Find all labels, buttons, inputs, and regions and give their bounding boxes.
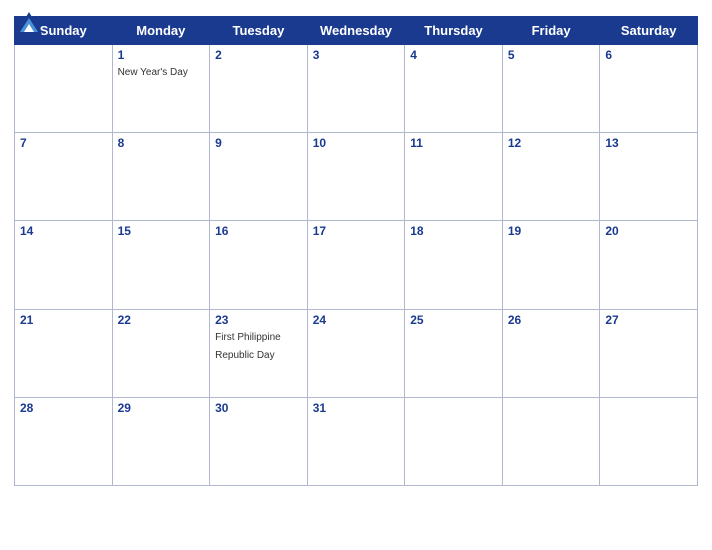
calendar-cell: 14 bbox=[15, 221, 113, 309]
day-number: 8 bbox=[118, 136, 205, 150]
calendar-table: SundayMondayTuesdayWednesdayThursdayFrid… bbox=[14, 16, 698, 486]
day-number: 31 bbox=[313, 401, 400, 415]
day-number: 24 bbox=[313, 313, 400, 327]
day-number: 11 bbox=[410, 136, 497, 150]
calendar-cell: 12 bbox=[502, 133, 600, 221]
day-number: 2 bbox=[215, 48, 302, 62]
calendar-cell: 9 bbox=[210, 133, 308, 221]
day-number: 14 bbox=[20, 224, 107, 238]
day-number: 6 bbox=[605, 48, 692, 62]
calendar-cell: 17 bbox=[307, 221, 405, 309]
calendar-cell: 20 bbox=[600, 221, 698, 309]
day-number: 25 bbox=[410, 313, 497, 327]
day-number: 29 bbox=[118, 401, 205, 415]
calendar-week-row: 28 29 30 31 bbox=[15, 397, 698, 485]
calendar-thead: SundayMondayTuesdayWednesdayThursdayFrid… bbox=[15, 17, 698, 45]
calendar-cell: 29 bbox=[112, 397, 210, 485]
weekday-header-row: SundayMondayTuesdayWednesdayThursdayFrid… bbox=[15, 17, 698, 45]
calendar-tbody: 1New Year's Day2345678910111213141516171… bbox=[15, 45, 698, 486]
calendar-cell: 10 bbox=[307, 133, 405, 221]
day-number: 3 bbox=[313, 48, 400, 62]
day-number: 15 bbox=[118, 224, 205, 238]
weekday-header-monday: Monday bbox=[112, 17, 210, 45]
calendar-cell: 27 bbox=[600, 309, 698, 397]
calendar-cell: 23 First Philippine Republic Day bbox=[210, 309, 308, 397]
logo bbox=[14, 10, 47, 40]
day-number: 7 bbox=[20, 136, 107, 150]
calendar-cell: 30 bbox=[210, 397, 308, 485]
calendar-cell: 13 bbox=[600, 133, 698, 221]
day-number: 12 bbox=[508, 136, 595, 150]
calendar-cell bbox=[600, 397, 698, 485]
calendar-cell: 8 bbox=[112, 133, 210, 221]
calendar-week-row: 21 22 23 First Philippine Republic Day 24 25 2… bbox=[15, 309, 698, 397]
calendar-week-row: 14 15 16 17 18 19 20 bbox=[15, 221, 698, 309]
logo-icon bbox=[14, 10, 44, 40]
calendar-cell: 7 bbox=[15, 133, 113, 221]
day-number: 9 bbox=[215, 136, 302, 150]
day-number: 13 bbox=[605, 136, 692, 150]
calendar-cell bbox=[15, 45, 113, 133]
day-number: 5 bbox=[508, 48, 595, 62]
calendar-cell: 26 bbox=[502, 309, 600, 397]
calendar-cell: 15 bbox=[112, 221, 210, 309]
calendar-cell bbox=[502, 397, 600, 485]
calendar-cell bbox=[405, 397, 503, 485]
weekday-header-friday: Friday bbox=[502, 17, 600, 45]
day-number: 4 bbox=[410, 48, 497, 62]
calendar-cell: 18 bbox=[405, 221, 503, 309]
calendar-container: SundayMondayTuesdayWednesdayThursdayFrid… bbox=[0, 0, 712, 550]
day-number: 21 bbox=[20, 313, 107, 327]
weekday-header-tuesday: Tuesday bbox=[210, 17, 308, 45]
calendar-cell: 21 bbox=[15, 309, 113, 397]
calendar-cell: 3 bbox=[307, 45, 405, 133]
calendar-cell: 16 bbox=[210, 221, 308, 309]
calendar-cell: 22 bbox=[112, 309, 210, 397]
day-event: New Year's Day bbox=[118, 67, 188, 78]
weekday-header-wednesday: Wednesday bbox=[307, 17, 405, 45]
day-number: 18 bbox=[410, 224, 497, 238]
day-number: 1 bbox=[118, 48, 205, 62]
calendar-week-row: 789 10 11 12 13 bbox=[15, 133, 698, 221]
weekday-header-saturday: Saturday bbox=[600, 17, 698, 45]
day-number: 10 bbox=[313, 136, 400, 150]
calendar-cell: 6 bbox=[600, 45, 698, 133]
day-number: 27 bbox=[605, 313, 692, 327]
calendar-cell: 5 bbox=[502, 45, 600, 133]
day-event: First Philippine Republic Day bbox=[215, 332, 281, 361]
calendar-cell: 25 bbox=[405, 309, 503, 397]
calendar-cell: 24 bbox=[307, 309, 405, 397]
day-number: 30 bbox=[215, 401, 302, 415]
day-number: 20 bbox=[605, 224, 692, 238]
calendar-cell: 11 bbox=[405, 133, 503, 221]
weekday-header-thursday: Thursday bbox=[405, 17, 503, 45]
calendar-cell: 1 New Year's Day bbox=[112, 45, 210, 133]
day-number: 23 bbox=[215, 313, 302, 327]
calendar-cell: 28 bbox=[15, 397, 113, 485]
calendar-cell: 19 bbox=[502, 221, 600, 309]
calendar-cell: 4 bbox=[405, 45, 503, 133]
day-number: 28 bbox=[20, 401, 107, 415]
day-number: 22 bbox=[118, 313, 205, 327]
calendar-cell: 31 bbox=[307, 397, 405, 485]
day-number: 19 bbox=[508, 224, 595, 238]
day-number: 26 bbox=[508, 313, 595, 327]
day-number: 16 bbox=[215, 224, 302, 238]
day-number: 17 bbox=[313, 224, 400, 238]
calendar-week-row: 1 New Year's Day 23456 bbox=[15, 45, 698, 133]
calendar-cell: 2 bbox=[210, 45, 308, 133]
